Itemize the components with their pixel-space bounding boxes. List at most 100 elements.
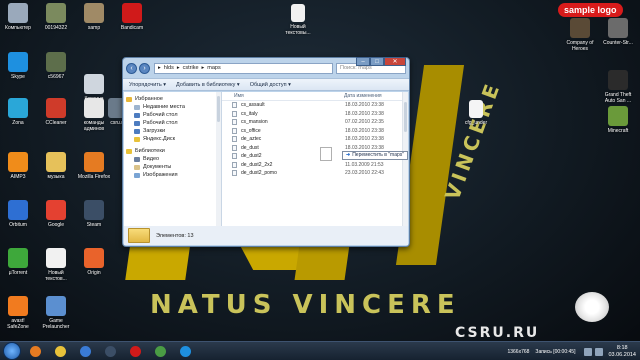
back-button[interactable]: ‹ [126,62,137,74]
folder-icon [134,120,140,126]
breadcrumb-hlds[interactable]: hlds [164,65,174,71]
file-row[interactable]: cs_mansion 07.02.2010 22:35 [222,118,408,127]
taskbar-app-skype[interactable] [174,343,196,359]
taskbar-app-firefox[interactable] [24,343,46,359]
organize-menu[interactable]: Упорядочить ▾ [129,82,166,88]
app-icon [8,152,28,172]
minimize-button[interactable]: – [356,57,370,66]
desktop-icon-left-13[interactable]: Orbitum [0,200,36,228]
nav-item[interactable]: Избранное [126,95,219,103]
folder-icon [134,164,140,170]
desktop-icon-left-15[interactable]: Steam [76,200,112,228]
file-icon [232,136,237,143]
app-icon [84,3,104,23]
desktop-icon-right-3[interactable]: Minecraft [600,106,636,134]
desktop-icon-left-20[interactable]: Game Prelauncher [38,296,74,330]
desktop-icon-left-11[interactable]: музыка [38,152,74,180]
desktop-icon-right-2[interactable]: Grand Theft Auto San ... [600,70,636,104]
desktop-icon-left-5[interactable]: c56967 [38,52,74,80]
recording-resolution: 1366x768 [507,348,530,355]
folder-icon [134,104,140,110]
volume-icon[interactable] [595,347,604,356]
folder-icon: ▸ [158,65,161,71]
file-icon [232,127,237,134]
desktop-icon-left-0[interactable]: Компьютер [0,3,36,31]
file-row[interactable]: de_aztec 18.03.2010 23:38 [222,135,408,144]
nav-scrollbar[interactable] [216,92,221,226]
start-button[interactable] [3,342,21,360]
clock[interactable]: 8:18 03.06.2014 [608,345,636,359]
nav-item[interactable]: Библиотеки [126,147,219,155]
file-name: cs_mansion [241,119,268,126]
file-row[interactable]: de_dust2_pomo 23.03.2010 22:43 [222,169,408,178]
maximize-button[interactable]: □ [370,57,384,66]
desktop-icon-left-17[interactable]: Новый текстов... [38,248,74,282]
file-row[interactable]: cs_assault 18.03.2010 23:38 [222,101,408,110]
nav-item[interactable]: Изображения [126,171,219,179]
desktop-icon-left-19[interactable]: avast! SafeZone [0,296,36,330]
column-headers: Имя Дата изменения [222,92,408,101]
address-bar[interactable]: ▸ hlds ▸ cstrike ▸ maps [154,62,333,74]
nav-item[interactable]: Рабочий стол [126,119,219,127]
file-date: 23.03.2010 22:43 [345,170,384,177]
nav-item[interactable]: Яндекс.Диск [126,135,219,143]
desktop-icon-left-14[interactable]: Google [38,200,74,228]
breadcrumb-cstrike[interactable]: cstrike [183,65,199,71]
app-icon [46,296,66,316]
app-icon [570,18,590,38]
desktop-icon-left-12[interactable]: Mozilla Firefox [76,152,112,180]
app-icon [84,74,104,94]
details-pane: Элементов: 13 [124,226,408,245]
desktop-icon-right-0[interactable]: Company of Heroes [562,18,598,52]
desktop-icon-cfg[interactable]: cfg_under [458,100,494,126]
explorer-icon [54,345,66,357]
desktop-icon-left-2[interactable]: samp [76,3,112,31]
share-menu[interactable]: Общий доступ ▾ [250,82,291,88]
desktop-icon-left-18[interactable]: Origin [76,248,112,276]
nav-item[interactable]: Видео [126,155,219,163]
network-icon[interactable] [584,347,593,356]
app-icon [46,152,66,172]
file-name: cs_assault [241,102,265,109]
desktop-icon-left-8[interactable]: CCleaner [38,98,74,126]
folder-icon [134,172,140,178]
desktop-icon-left-4[interactable]: Skype [0,52,36,80]
taskbar-app-chrome[interactable] [149,343,171,359]
taskbar-app-bandicam[interactable] [124,343,146,359]
taskbar-app-steam[interactable] [99,343,121,359]
forward-button[interactable]: › [139,62,150,74]
file-row[interactable]: de_dust2_2x2 11.03.2009 21:53 [222,161,408,170]
taskbar-app-explorer[interactable] [49,343,71,359]
app-icon [46,248,66,268]
folder-icon [128,228,150,243]
app-icon [8,248,28,268]
desktop-icon-left-7[interactable]: Zona [0,98,36,126]
steam-icon [104,345,116,357]
desktop-icon-left-16[interactable]: µTorrent [0,248,36,276]
app-icon [46,52,66,72]
nav-item[interactable]: Документы [126,163,219,171]
nav-item[interactable]: Недавние места [126,103,219,111]
file-icon [232,161,237,168]
file-row[interactable]: cs_office 18.03.2010 23:38 [222,127,408,136]
desktop-icon-new-text-top[interactable]: Новый текстовы... [280,4,316,36]
close-button[interactable]: ✕ [384,57,406,66]
file-row[interactable]: cs_italy 18.03.2010 23:38 [222,110,408,119]
folder-icon [126,148,132,154]
app-icon [84,200,104,220]
app-icon [84,152,104,172]
desktop-icon-right-1[interactable]: Counter-Str... [600,18,636,46]
desktop-icon-left-3[interactable]: Bandicam [114,3,150,31]
nav-item[interactable]: Загрузки [126,127,219,135]
add-to-library-menu[interactable]: Добавить в библиотеку ▾ [176,82,240,88]
file-date: 18.03.2010 23:38 [345,144,384,151]
column-date[interactable]: Дата изменения [344,93,382,99]
desktop-icon-left-1[interactable]: 00194322 [38,3,74,31]
taskbar-app-media[interactable] [74,343,96,359]
nav-item[interactable]: Рабочий стол [126,111,219,119]
skype-icon [179,345,191,357]
column-name[interactable]: Имя [222,93,344,99]
file-date: 18.03.2010 23:38 [345,102,384,109]
breadcrumb-maps[interactable]: maps [207,65,220,71]
desktop-icon-left-10[interactable]: AIMP3 [0,152,36,180]
